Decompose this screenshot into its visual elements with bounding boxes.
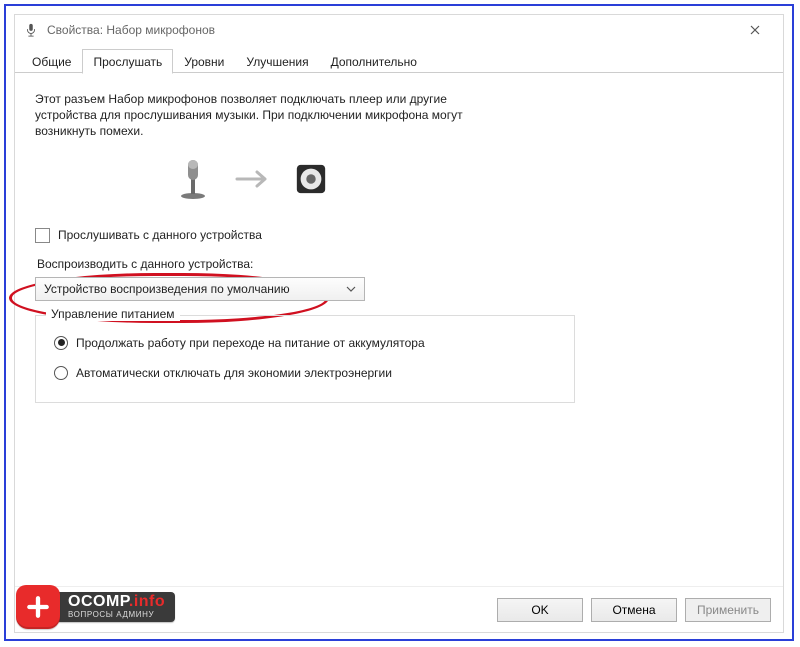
plus-shield-icon (16, 585, 60, 629)
properties-dialog: Свойства: Набор микрофонов Общие Прослуш… (14, 14, 784, 633)
tab-label: Дополнительно (331, 55, 417, 69)
button-label: Отмена (612, 603, 655, 617)
tab-enhancements[interactable]: Улучшения (235, 49, 319, 73)
description-text: Этот разъем Набор микрофонов позволяет п… (35, 91, 465, 140)
watermark-text: OCOMP.info ВОПРОСЫ АДМИНУ (56, 592, 175, 622)
apply-button[interactable]: Применить (685, 598, 771, 622)
button-label: Применить (697, 603, 759, 617)
logo-tagline: ВОПРОСЫ АДМИНУ (68, 611, 165, 619)
microphone-titlebar-icon (23, 22, 39, 38)
close-button[interactable] (735, 15, 775, 45)
tab-label: Общие (32, 55, 71, 69)
speaker-device-icon (293, 158, 329, 200)
listen-checkbox-row: Прослушивать с данного устройства (35, 228, 763, 243)
tab-advanced[interactable]: Дополнительно (320, 49, 428, 73)
listen-checkbox-label: Прослушивать с данного устройства (58, 228, 262, 242)
window-title: Свойства: Набор микрофонов (47, 23, 215, 37)
ok-button[interactable]: OK (497, 598, 583, 622)
power-option-disable-row: Автоматически отключать для экономии эле… (54, 366, 560, 380)
tab-general[interactable]: Общие (21, 49, 82, 73)
tab-strip: Общие Прослушать Уровни Улучшения Дополн… (15, 45, 783, 73)
power-radio-disable[interactable] (54, 366, 68, 380)
chevron-down-icon (342, 286, 360, 292)
power-radio-label: Автоматически отключать для экономии эле… (76, 366, 392, 380)
signal-flow-illustration (175, 158, 763, 200)
cancel-button[interactable]: Отмена (591, 598, 677, 622)
tab-content: Этот разъем Набор микрофонов позволяет п… (15, 73, 783, 586)
arrow-right-icon (235, 169, 269, 189)
tab-label: Улучшения (246, 55, 308, 69)
power-management-group: Управление питанием Продолжать работу пр… (35, 315, 575, 403)
microphone-device-icon (175, 158, 211, 200)
logo-name: OCOMP (68, 593, 129, 610)
button-label: OK (531, 603, 548, 617)
screenshot-frame: Свойства: Набор микрофонов Общие Прослуш… (4, 4, 794, 641)
tab-levels[interactable]: Уровни (173, 49, 235, 73)
power-option-continue-row: Продолжать работу при переходе на питани… (54, 336, 560, 350)
power-radio-continue[interactable] (54, 336, 68, 350)
tab-label: Прослушать (93, 55, 162, 69)
playthrough-device-combobox[interactable]: Устройство воспроизведения по умолчанию (35, 277, 365, 301)
group-legend: Управление питанием (46, 307, 180, 321)
tab-label: Уровни (184, 55, 224, 69)
power-radio-label: Продолжать работу при переходе на питани… (76, 336, 425, 350)
logo-suffix: .info (129, 593, 165, 610)
listen-checkbox[interactable] (35, 228, 50, 243)
playthrough-label: Воспроизводить с данного устройства: (37, 257, 763, 271)
tab-listen[interactable]: Прослушать (82, 49, 173, 74)
titlebar: Свойства: Набор микрофонов (15, 15, 783, 45)
watermark-logo: OCOMP.info ВОПРОСЫ АДМИНУ (16, 585, 175, 629)
combobox-value: Устройство воспроизведения по умолчанию (44, 282, 290, 296)
